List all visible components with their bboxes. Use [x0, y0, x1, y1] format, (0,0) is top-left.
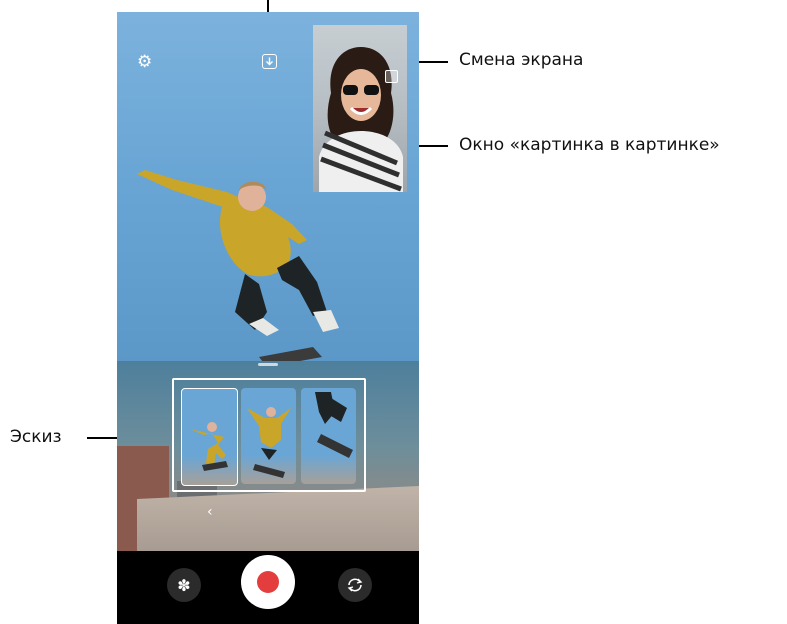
- thumbnail-label: Эскиз: [10, 427, 62, 447]
- pip-window[interactable]: [313, 25, 407, 192]
- download-icon[interactable]: [262, 54, 277, 69]
- drag-handle[interactable]: [258, 363, 278, 366]
- record-button[interactable]: [241, 555, 295, 609]
- flower-effect-icon[interactable]: ✽: [167, 568, 201, 602]
- screen-switch-label: Смена экрана: [459, 50, 584, 70]
- download-arrow: [266, 57, 273, 66]
- record-dot: [257, 571, 279, 593]
- thumbnail-item[interactable]: [301, 388, 356, 484]
- thumbnail-preview: [315, 392, 353, 458]
- thumbnail-preview: [190, 422, 228, 471]
- pip-person: [319, 47, 403, 192]
- thumbnail-strip: [172, 378, 366, 492]
- thumbnail-item[interactable]: [241, 388, 296, 484]
- swap-screen-icon[interactable]: [385, 70, 398, 83]
- camera-controls: ✽: [117, 551, 419, 624]
- thumbnail-preview: [247, 407, 291, 478]
- gear-icon[interactable]: ⚙: [137, 54, 152, 71]
- switch-camera-icon[interactable]: [338, 568, 372, 602]
- thumbnail-item[interactable]: [181, 388, 238, 486]
- back-chevron-icon[interactable]: ‹: [207, 504, 213, 520]
- pip-window-label: Окно «картинка в картинке»: [459, 135, 720, 155]
- switch-arrows: [347, 578, 363, 592]
- camera-screen: ⚙ ‹ ✽: [117, 12, 419, 624]
